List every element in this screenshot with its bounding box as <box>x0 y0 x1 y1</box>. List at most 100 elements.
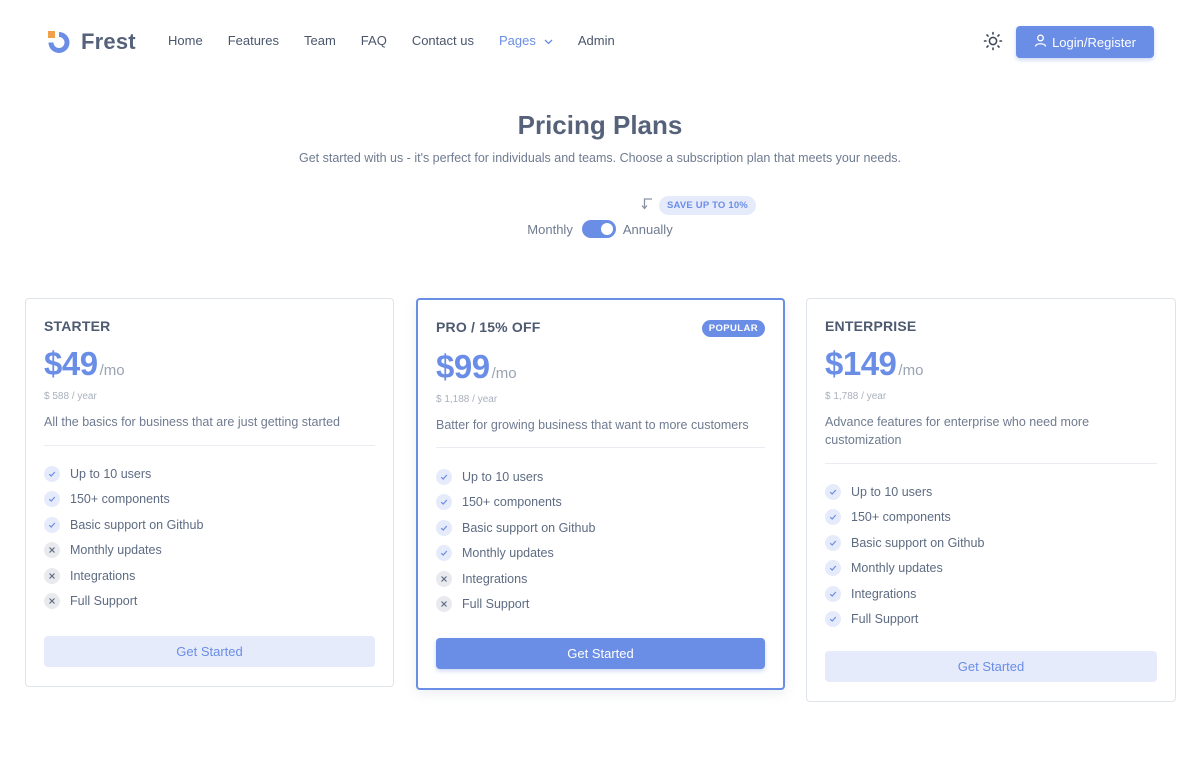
feature-label: 150+ components <box>851 510 951 525</box>
feature-item: Integrations <box>825 581 1157 607</box>
feature-item: Full Support <box>825 607 1157 633</box>
yearly-price: $ 1,788 / year <box>825 391 887 402</box>
nav-menu: Home Features Team FAQ Contact us Pages … <box>168 33 640 48</box>
x-icon <box>436 570 452 587</box>
feature-list: Up to 10 users 150+ components Basic suppo… <box>825 479 1157 632</box>
yearly-price: $ 1,188 / year <box>436 394 498 405</box>
popular-badge: POPULAR <box>701 320 765 337</box>
feature-item: Basic support on Github <box>825 530 1157 556</box>
nav-home[interactable]: Home <box>168 33 203 48</box>
feature-label: Monthly updates <box>462 546 554 561</box>
feature-item: Monthly updates <box>436 541 765 567</box>
check-icon <box>44 516 60 533</box>
feature-item: Monthly updates <box>825 556 1157 582</box>
plan-description: Advance features for enterprise who need… <box>825 415 1090 447</box>
feature-item: Monthly updates <box>44 538 375 564</box>
feature-label: 150+ components <box>70 492 170 507</box>
price-period: /mo <box>99 362 125 379</box>
feature-item: Up to 10 users <box>44 461 375 487</box>
nav-faq[interactable]: FAQ <box>361 33 387 48</box>
brand-logo[interactable]: Frest <box>47 29 136 55</box>
price-amount: $99 <box>436 348 490 385</box>
feature-label: 150+ components <box>462 495 562 510</box>
feature-item: Integrations <box>436 566 765 592</box>
feature-label: Integrations <box>70 568 136 583</box>
page-title: Pricing Plans <box>517 110 683 140</box>
check-icon <box>436 519 452 536</box>
billing-switch[interactable] <box>581 220 616 238</box>
feature-item: 150+ components <box>825 505 1157 531</box>
feature-item: Up to 10 users <box>825 479 1157 505</box>
plan-price: $99 /mo <box>436 348 517 386</box>
feature-label: Basic support on Github <box>851 535 985 550</box>
x-icon <box>44 542 60 559</box>
price-amount: $49 <box>44 345 98 382</box>
feature-item: Full Support <box>436 592 765 618</box>
save-badge-wrap: SAVE UP TO 10% <box>640 196 756 215</box>
feature-item: Full Support <box>44 589 375 615</box>
feature-label: Up to 10 users <box>70 466 152 481</box>
feature-label: Full Support <box>851 612 919 627</box>
theme-toggle-button[interactable] <box>983 31 1003 51</box>
divider <box>44 445 375 446</box>
annually-label[interactable]: Annually <box>623 222 673 237</box>
x-icon <box>44 567 60 584</box>
plan-card-starter: STARTER $49 /mo $ 588 / year All the bas… <box>25 298 394 687</box>
monthly-label[interactable]: Monthly <box>527 222 573 237</box>
feature-label: Up to 10 users <box>462 469 544 484</box>
login-register-button[interactable]: Login/Register <box>1016 26 1154 58</box>
brand-name: Frest <box>81 29 136 54</box>
check-icon <box>825 483 841 500</box>
get-started-button[interactable]: Get Started <box>44 636 375 667</box>
feature-item: Basic support on Github <box>436 515 765 541</box>
nav-team[interactable]: Team <box>304 33 336 48</box>
plan-card-enterprise: ENTERPRISE $149 /mo $ 1,788 / year Advan… <box>806 298 1176 702</box>
plan-name: PRO / 15% OFF <box>436 319 541 335</box>
check-icon <box>436 494 452 511</box>
plan-price: $49 /mo <box>44 345 125 383</box>
x-icon <box>436 596 452 613</box>
page-subtitle: Get started with us - it's perfect for i… <box>299 151 901 165</box>
save-badge: SAVE UP TO 10% <box>659 196 756 215</box>
get-started-button[interactable]: Get Started <box>825 651 1157 682</box>
check-icon <box>825 534 841 551</box>
check-icon <box>44 465 60 482</box>
navbar: Frest Home Features Team FAQ Contact us … <box>0 0 1200 84</box>
nav-pages-dropdown[interactable]: Pages <box>499 33 553 48</box>
get-started-button[interactable]: Get Started <box>436 638 765 669</box>
nav-features[interactable]: Features <box>228 33 279 48</box>
feature-label: Up to 10 users <box>851 484 933 499</box>
yearly-price: $ 588 / year <box>44 391 97 402</box>
chevron-down-icon <box>544 33 553 48</box>
feature-list: Up to 10 users 150+ components Basic suppo… <box>44 461 375 614</box>
feature-label: Integrations <box>462 571 528 586</box>
feature-item: Basic support on Github <box>44 512 375 538</box>
sun-icon <box>983 31 1003 55</box>
check-icon <box>436 545 452 562</box>
feature-item: 150+ components <box>436 490 765 516</box>
plan-card-pro: PRO / 15% OFF POPULAR $99 /mo $ 1,188 / … <box>416 298 785 690</box>
check-icon <box>44 491 60 508</box>
check-icon <box>825 509 841 526</box>
login-register-label: Login/Register <box>1052 34 1136 50</box>
feature-item: Up to 10 users <box>436 464 765 490</box>
price-period: /mo <box>491 365 517 382</box>
nav-contact[interactable]: Contact us <box>412 33 474 48</box>
feature-label: Monthly updates <box>70 543 162 558</box>
feature-label: Basic support on Github <box>70 517 204 532</box>
plan-description: All the basics for business that are jus… <box>44 415 340 429</box>
feature-label: Basic support on Github <box>462 520 596 535</box>
user-icon <box>1034 34 1052 50</box>
plan-price: $149 /mo <box>825 345 923 383</box>
check-icon <box>825 611 841 628</box>
price-period: /mo <box>898 362 924 379</box>
plan-description: Batter for growing business that want to… <box>436 418 749 432</box>
nav-admin[interactable]: Admin <box>578 33 615 48</box>
feature-label: Integrations <box>851 586 917 601</box>
check-icon <box>436 468 452 485</box>
corner-arrow-icon <box>640 197 653 215</box>
feature-label: Full Support <box>462 597 530 612</box>
feature-label: Monthly updates <box>851 561 943 576</box>
feature-list: Up to 10 users 150+ components Basic suppo… <box>436 464 765 617</box>
nav-pages-label: Pages <box>498 33 536 48</box>
